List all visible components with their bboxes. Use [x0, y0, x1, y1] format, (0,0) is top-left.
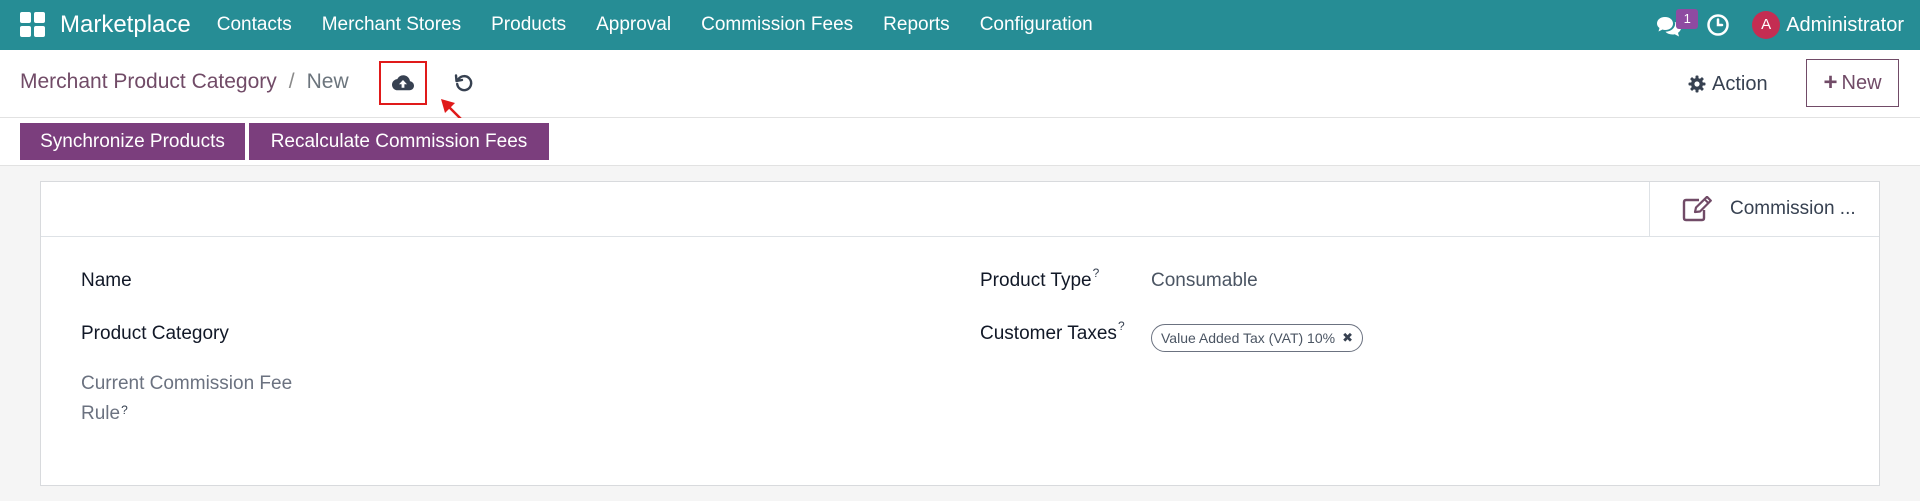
menu-contacts[interactable]: Contacts	[217, 14, 292, 36]
cloud-upload-icon	[392, 75, 414, 91]
remove-tag-icon[interactable]: ✖	[1342, 330, 1353, 346]
save-button[interactable]	[379, 61, 427, 105]
name-label: Name	[81, 270, 132, 291]
menu-approval[interactable]: Approval	[596, 14, 671, 36]
undo-icon	[454, 74, 473, 92]
user-menu[interactable]: Administrator	[1786, 14, 1904, 37]
product-category-input[interactable]	[341, 319, 941, 347]
product-type-select[interactable]: Consumable	[1151, 270, 1258, 292]
breadcrumb-separator: /	[288, 70, 295, 93]
name-input[interactable]	[341, 266, 941, 294]
menu-merchant-stores[interactable]: Merchant Stores	[322, 14, 461, 36]
discard-button[interactable]	[449, 68, 479, 98]
product-category-label: Product Category	[81, 323, 229, 344]
synchronize-products-button[interactable]: Synchronize Products	[20, 123, 245, 160]
smart-button-box: Commission ...	[41, 182, 1879, 237]
apps-menu-icon[interactable]	[20, 12, 46, 38]
navbar-systray: 1 A Administrator	[1654, 0, 1904, 50]
recalculate-commission-fees-button[interactable]: Recalculate Commission Fees	[249, 123, 549, 160]
menu-configuration[interactable]: Configuration	[980, 14, 1093, 36]
breadcrumb-parent[interactable]: Merchant Product Category	[20, 70, 277, 94]
commission-smart-button[interactable]: Commission ...	[1649, 182, 1879, 236]
app-brand[interactable]: Marketplace	[60, 11, 191, 39]
breadcrumb-current: New	[306, 70, 349, 93]
message-count-badge: 1	[1676, 9, 1699, 29]
action-menu-button[interactable]: Action	[1688, 68, 1768, 100]
form-statusbar: Synchronize Products Recalculate Commiss…	[0, 118, 1920, 166]
menu-commission-fees[interactable]: Commission Fees	[701, 14, 853, 36]
control-panel: Merchant Product Category / New Action +…	[0, 50, 1920, 118]
menu-products[interactable]: Products	[491, 14, 566, 36]
action-label: Action	[1712, 72, 1768, 95]
edit-icon	[1682, 196, 1712, 222]
menu-reports[interactable]: Reports	[883, 14, 950, 36]
vat-tax-tag-label: Value Added Tax (VAT) 10%	[1161, 330, 1336, 346]
breadcrumb: Merchant Product Category / New	[20, 70, 349, 94]
current-commission-fee-rule-label: Current Commission Fee Rule?	[81, 373, 293, 424]
top-navbar: Marketplace Contacts Merchant Stores Pro…	[0, 0, 1920, 50]
messaging-menu[interactable]: 1	[1654, 9, 1699, 40]
user-avatar[interactable]: A	[1752, 11, 1781, 39]
customer-taxes-label: Customer Taxes?	[980, 319, 1125, 344]
commission-smart-label: Commission ...	[1730, 198, 1856, 219]
gear-icon	[1688, 75, 1706, 93]
new-label: New	[1841, 71, 1882, 94]
form-sheet: Commission ... Name Product Category Cur…	[40, 181, 1880, 486]
product-type-label: Product Type?	[980, 266, 1100, 291]
plus-icon: +	[1823, 69, 1838, 96]
new-record-button[interactable]: + New	[1806, 59, 1899, 107]
vat-tax-tag: Value Added Tax (VAT) 10% ✖	[1151, 324, 1363, 352]
activity-clock-icon[interactable]	[1706, 13, 1730, 37]
